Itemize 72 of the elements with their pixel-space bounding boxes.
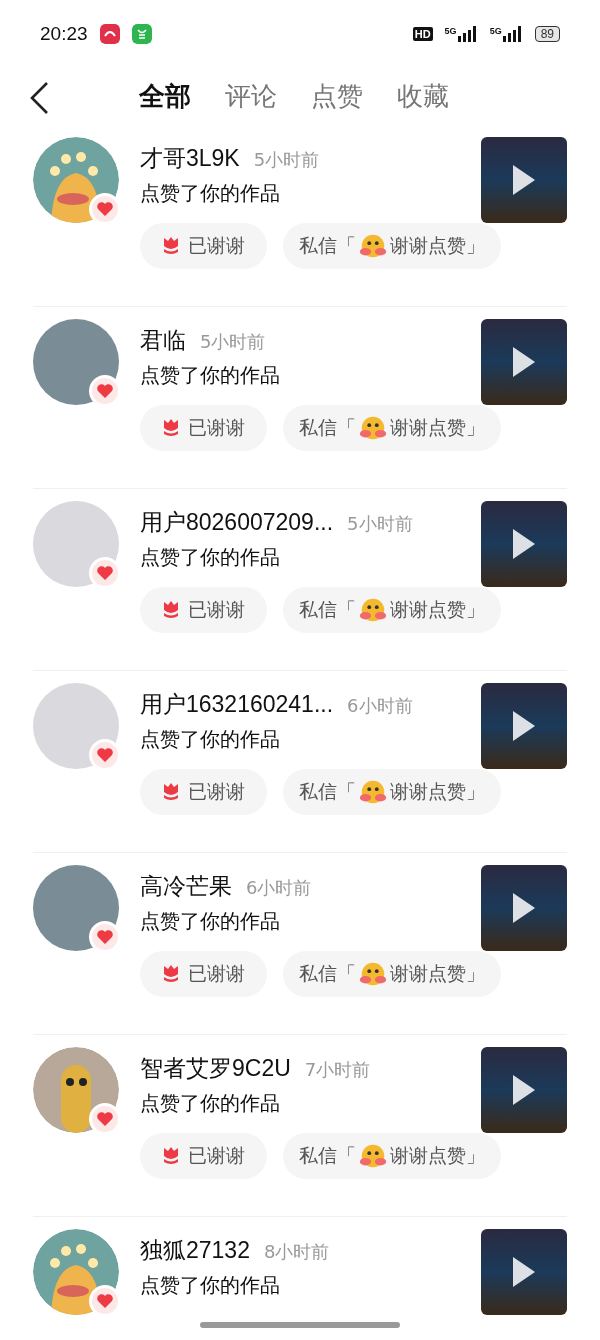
video-thumbnail[interactable] bbox=[481, 683, 567, 769]
user-name[interactable]: 君临 bbox=[140, 325, 186, 356]
network-label: 5G bbox=[489, 26, 502, 36]
flower-icon bbox=[162, 236, 180, 256]
message-button[interactable]: 私信「 谢谢点赞」 bbox=[283, 951, 501, 997]
timestamp: 6小时前 bbox=[347, 694, 413, 718]
activity-text: 点赞了你的作品 bbox=[140, 1272, 281, 1299]
message-button[interactable]: 私信「 谢谢点赞」 bbox=[283, 587, 501, 633]
video-thumbnail[interactable] bbox=[481, 1047, 567, 1133]
activity-text: 点赞了你的作品 bbox=[140, 180, 281, 207]
tab[interactable]: 评论 bbox=[225, 79, 277, 114]
message-button[interactable]: 私信「 谢谢点赞」 bbox=[283, 769, 501, 815]
timestamp: 5小时前 bbox=[253, 148, 320, 172]
heart-badge-icon bbox=[89, 1103, 121, 1135]
tab[interactable]: 收藏 bbox=[397, 79, 449, 114]
flower-icon bbox=[162, 782, 180, 802]
flower-icon bbox=[162, 964, 180, 984]
heart-badge-icon bbox=[89, 193, 121, 225]
message-button[interactable]: 私信「 谢谢点赞」 bbox=[283, 405, 501, 451]
flower-icon bbox=[162, 418, 180, 438]
message-button[interactable]: 私信「 谢谢点赞」 bbox=[283, 223, 501, 269]
activity-text: 点赞了你的作品 bbox=[140, 726, 281, 753]
timestamp: 8小时前 bbox=[263, 1240, 330, 1264]
timestamp: 6小时前 bbox=[246, 876, 312, 900]
timestamp: 5小时前 bbox=[347, 512, 413, 536]
network-label: 5G bbox=[444, 26, 457, 36]
signal-icon bbox=[502, 26, 523, 42]
thanks-button[interactable]: 已谢谢 bbox=[140, 223, 267, 269]
thanks-button[interactable]: 已谢谢 bbox=[140, 951, 267, 997]
thanks-button[interactable]: 已谢谢 bbox=[140, 1133, 267, 1179]
hd-indicator: HD bbox=[412, 27, 433, 41]
video-thumbnail[interactable] bbox=[481, 501, 567, 587]
activity-text: 点赞了你的作品 bbox=[140, 1090, 281, 1117]
emoji-icon bbox=[358, 232, 388, 260]
heart-badge-icon bbox=[89, 921, 121, 953]
emoji-icon bbox=[358, 960, 388, 988]
flower-icon bbox=[162, 1146, 180, 1166]
thanks-button[interactable]: 已谢谢 bbox=[140, 769, 267, 815]
timestamp: 5小时前 bbox=[200, 330, 266, 354]
app-icon bbox=[99, 24, 120, 44]
timestamp: 7小时前 bbox=[304, 1058, 371, 1082]
video-thumbnail[interactable] bbox=[481, 1229, 567, 1315]
user-name[interactable]: 独狐27132 bbox=[140, 1235, 250, 1266]
activity-text: 点赞了你的作品 bbox=[140, 908, 281, 935]
tab[interactable]: 点赞 bbox=[311, 79, 363, 114]
user-name[interactable]: 才哥3L9K bbox=[140, 143, 240, 174]
video-thumbnail[interactable] bbox=[481, 137, 567, 223]
heart-badge-icon bbox=[89, 1285, 121, 1317]
user-name[interactable]: 用户8026007209... bbox=[140, 507, 334, 538]
heart-badge-icon bbox=[89, 557, 121, 589]
video-thumbnail[interactable] bbox=[481, 865, 567, 951]
emoji-icon bbox=[358, 414, 388, 442]
emoji-icon bbox=[358, 596, 388, 624]
thanks-button[interactable]: 已谢谢 bbox=[140, 587, 267, 633]
heart-badge-icon bbox=[89, 375, 121, 407]
user-name[interactable]: 高冷芒果 bbox=[140, 871, 232, 902]
video-thumbnail[interactable] bbox=[481, 319, 567, 405]
battery-indicator: 89 bbox=[534, 26, 560, 42]
signal-icon bbox=[457, 26, 478, 42]
heart-badge-icon bbox=[89, 739, 121, 771]
user-name[interactable]: 智者艾罗9C2U bbox=[140, 1053, 291, 1084]
activity-text: 点赞了你的作品 bbox=[140, 362, 281, 389]
emoji-icon bbox=[358, 778, 388, 806]
flower-icon bbox=[162, 600, 180, 620]
tab[interactable]: 全部 bbox=[139, 79, 191, 114]
status-time: 20:23 bbox=[40, 23, 88, 45]
activity-text: 点赞了你的作品 bbox=[140, 544, 281, 571]
bag-icon bbox=[131, 24, 152, 44]
thanks-button[interactable]: 已谢谢 bbox=[140, 405, 267, 451]
user-name[interactable]: 用户1632160241... bbox=[140, 689, 334, 720]
message-button[interactable]: 私信「 谢谢点赞」 bbox=[283, 1133, 501, 1179]
emoji-icon bbox=[358, 1142, 388, 1170]
